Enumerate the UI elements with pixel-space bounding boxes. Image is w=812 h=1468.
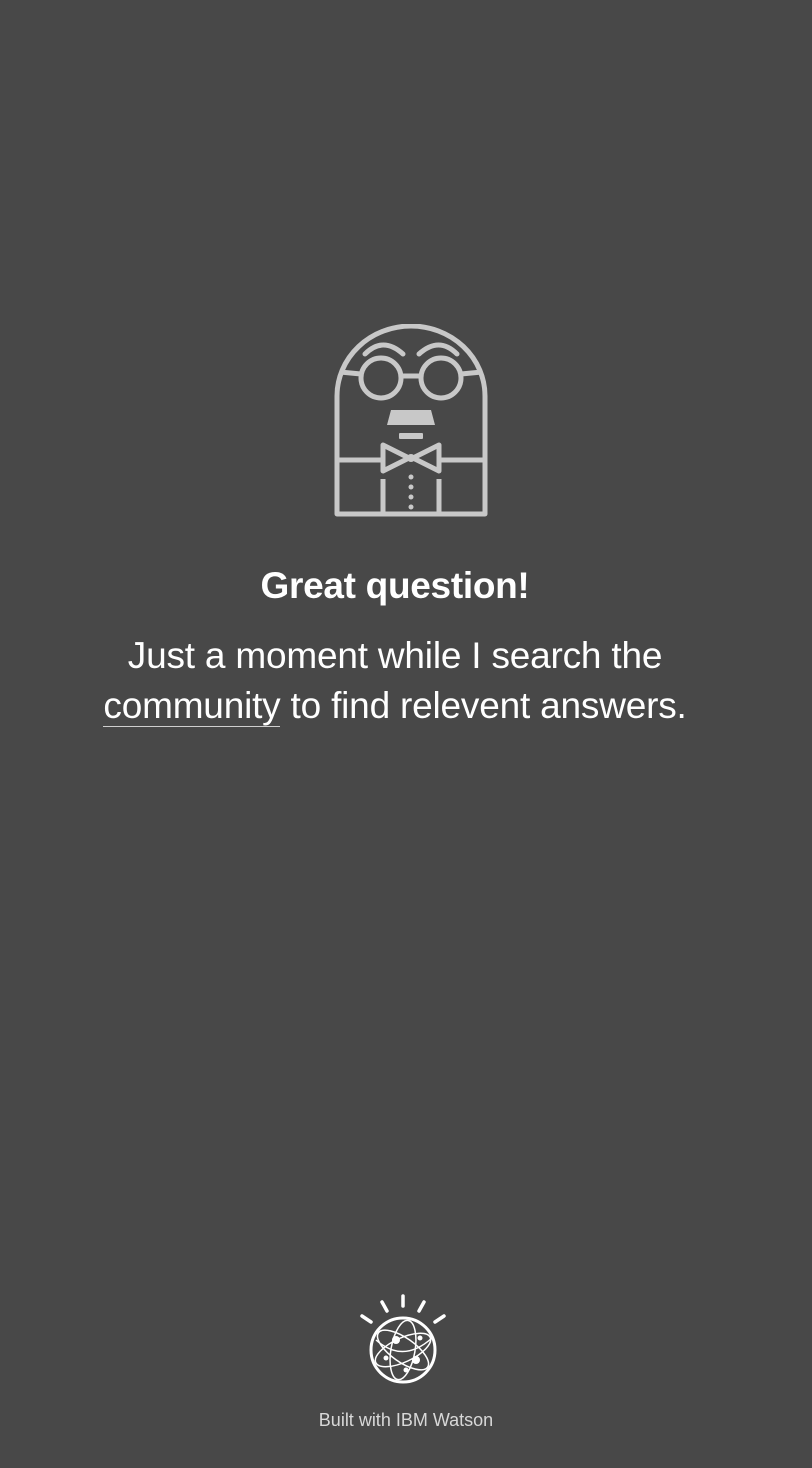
owl-mascot-icon <box>334 324 488 517</box>
message-line-1: Just a moment while I search the <box>127 635 663 676</box>
message-line-2: community to find relevent answers. <box>0 681 790 731</box>
status-message: Just a moment while I search the communi… <box>0 631 790 731</box>
headline: Great question! <box>260 565 530 606</box>
community-link[interactable]: community <box>103 685 281 727</box>
message-line-2-text: to find relevent answers. <box>280 685 687 726</box>
loading-screen: Great question! Just a moment while I se… <box>0 0 812 1468</box>
watson-branding: Built with IBM Watson <box>318 1410 494 1430</box>
ibm-watson-logo-icon <box>360 1294 446 1384</box>
